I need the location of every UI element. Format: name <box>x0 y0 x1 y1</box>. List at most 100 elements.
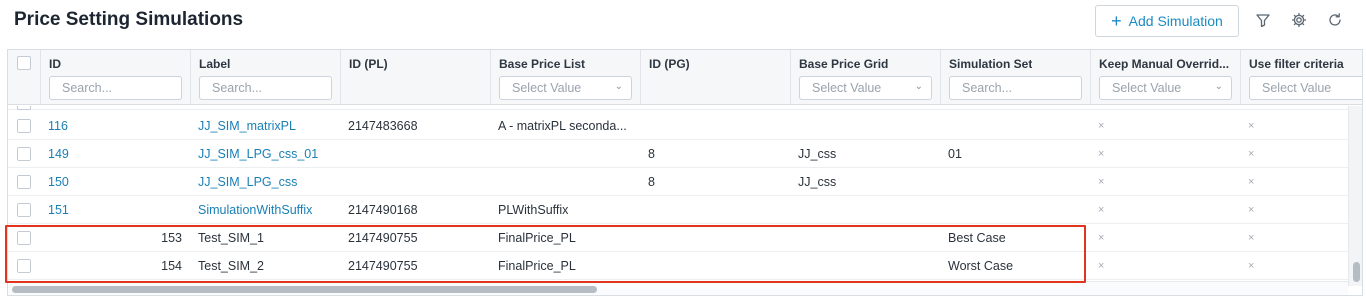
column-keep-manual-overrides[interactable]: Keep Manual Overrid... Select Value ⌄ <box>1090 50 1240 105</box>
cell-base-price-list: FinalPrice_PL <box>498 231 576 245</box>
cell-id-pl <box>348 140 488 168</box>
column-label: ID (PL) <box>349 57 388 71</box>
cell-id-pl: 2147490168 <box>348 203 418 217</box>
column-label: Label <box>199 57 231 71</box>
table-row[interactable]: 116 JJ_SIM_matrixPL 2147483668 A - matri… <box>8 112 1348 140</box>
cell-base-price-list: A - matrixPL seconda... <box>498 119 627 133</box>
row-checkbox[interactable] <box>17 147 31 161</box>
column-simulation-set[interactable]: Simulation Set Search... <box>940 50 1090 105</box>
false-icon: × <box>1098 120 1105 132</box>
cell-simulation-set: Best Case <box>948 231 1006 245</box>
gear-icon[interactable] <box>1290 11 1308 29</box>
cell-id: 153 <box>161 231 182 245</box>
vertical-scrollbar[interactable] <box>1348 106 1362 286</box>
select-placeholder: Select Value <box>512 81 582 95</box>
cell-id[interactable]: 150 <box>48 168 188 196</box>
cell-id-pg <box>648 196 788 224</box>
cell-simulation-set <box>948 196 1088 224</box>
chevron-down-icon: ⌄ <box>614 81 623 92</box>
simulations-grid: ID Search... Label Search... ID (PL) Bas… <box>7 49 1363 296</box>
column-label: Simulation Set <box>949 57 1033 71</box>
false-icon: × <box>1248 120 1255 132</box>
grid-header: ID Search... Label Search... ID (PL) Bas… <box>8 50 1362 105</box>
cell-id-pl: 2147490755 <box>348 231 418 245</box>
cell-base-price-list <box>498 168 638 196</box>
label-search-input[interactable]: Search... <box>199 76 332 100</box>
table-row[interactable]: 154 Test_SIM_2 2147490755 FinalPrice_PL … <box>8 252 1348 280</box>
cell-id-pl: 2147490755 <box>348 259 418 273</box>
cell-id[interactable]: 149 <box>48 140 188 168</box>
column-label: Keep Manual Overrid... <box>1099 57 1230 71</box>
base-price-list-select[interactable]: Select Value ⌄ <box>499 76 632 100</box>
cell-label[interactable]: JJ_SIM_LPG_css <box>198 168 338 196</box>
grid-body: 116 JJ_SIM_matrixPL 2147483668 A - matri… <box>8 106 1348 286</box>
cell-label[interactable]: JJ_SIM_LPG_css_01 <box>198 140 338 168</box>
row-checkbox[interactable] <box>17 119 31 133</box>
base-price-grid-select[interactable]: Select Value ⌄ <box>799 76 932 100</box>
chevron-down-icon: ⌄ <box>914 81 923 92</box>
cell-id-pg <box>648 252 788 280</box>
cell-base-price-grid <box>798 112 938 140</box>
add-simulation-label: Add Simulation <box>1128 13 1223 29</box>
cell-id-pg <box>648 112 788 140</box>
horizontal-scrollbar-thumb[interactable] <box>12 286 597 293</box>
cell-simulation-set <box>948 168 1088 196</box>
table-row[interactable]: 151 SimulationWithSuffix 2147490168 PLWi… <box>8 196 1348 224</box>
column-label: Base Price Grid <box>799 57 889 71</box>
add-simulation-button[interactable]: + Add Simulation <box>1095 5 1239 37</box>
column-base-price-grid[interactable]: Base Price Grid Select Value ⌄ <box>790 50 940 105</box>
row-checkbox[interactable] <box>17 231 31 245</box>
row-checkbox[interactable] <box>17 175 31 189</box>
vertical-scrollbar-thumb[interactable] <box>1353 262 1360 282</box>
row-checkbox[interactable] <box>17 259 31 273</box>
column-label[interactable]: Label Search... <box>190 50 340 105</box>
horizontal-scrollbar[interactable] <box>8 281 1348 295</box>
plus-icon: + <box>1111 11 1122 31</box>
column-base-price-list[interactable]: Base Price List Select Value ⌄ <box>490 50 640 105</box>
cell-base-price-list <box>498 140 638 168</box>
cell-id-pg: 8 <box>648 175 655 189</box>
id-search-input[interactable]: Search... <box>49 76 182 100</box>
cell-id-pg <box>648 224 788 252</box>
false-icon: × <box>1248 176 1255 188</box>
cell-label[interactable]: SimulationWithSuffix <box>198 196 338 224</box>
column-id-pg[interactable]: ID (PG) <box>640 50 790 105</box>
table-row[interactable]: 150 JJ_SIM_LPG_css 8 JJ_css × × <box>8 168 1348 196</box>
refresh-icon[interactable] <box>1326 11 1344 29</box>
page-title: Price Setting Simulations <box>14 9 244 30</box>
cell-base-price-list: FinalPrice_PL <box>498 259 576 273</box>
table-row[interactable]: 153 Test_SIM_1 2147490755 FinalPrice_PL … <box>8 224 1348 252</box>
false-icon: × <box>1248 232 1255 244</box>
use-filter-select[interactable]: Select Value <box>1249 76 1362 100</box>
cell-id: 154 <box>161 259 182 273</box>
cell-base-price-grid <box>798 224 938 252</box>
cell-base-price-grid: JJ_css <box>798 175 837 189</box>
select-all-checkbox[interactable] <box>17 56 31 70</box>
row-checkbox[interactable] <box>17 203 31 217</box>
false-icon: × <box>1248 204 1255 216</box>
cell-base-price-grid <box>798 252 938 280</box>
cell-label[interactable]: JJ_SIM_matrixPL <box>198 112 338 140</box>
cell-id-pg: 8 <box>648 147 655 161</box>
table-row[interactable]: 149 JJ_SIM_LPG_css_01 8 JJ_css 01 × × <box>8 140 1348 168</box>
column-use-filter-criteria[interactable]: Use filter criteria Select Value <box>1240 50 1362 105</box>
column-id[interactable]: ID Search... <box>40 50 190 105</box>
cell-simulation-set: 01 <box>948 147 962 161</box>
cell-base-price-grid: JJ_css <box>798 147 837 161</box>
filter-icon[interactable] <box>1254 11 1272 29</box>
header-select-cell <box>8 50 40 105</box>
cell-id[interactable]: 116 <box>48 112 188 140</box>
simulation-set-search-input[interactable]: Search... <box>949 76 1082 100</box>
chevron-down-icon: ⌄ <box>1214 81 1223 92</box>
false-icon: × <box>1098 148 1105 160</box>
keep-manual-select[interactable]: Select Value ⌄ <box>1099 76 1232 100</box>
cell-simulation-set: Worst Case <box>948 259 1014 273</box>
select-placeholder: Select Value <box>1112 81 1182 95</box>
cell-id[interactable]: 151 <box>48 196 188 224</box>
column-label: ID (PG) <box>649 57 690 71</box>
row-checkbox[interactable] <box>17 106 31 110</box>
cell-id-pl <box>348 168 488 196</box>
column-label: Base Price List <box>499 57 586 71</box>
table-row-partial <box>8 106 1348 110</box>
column-id-pl[interactable]: ID (PL) <box>340 50 490 105</box>
